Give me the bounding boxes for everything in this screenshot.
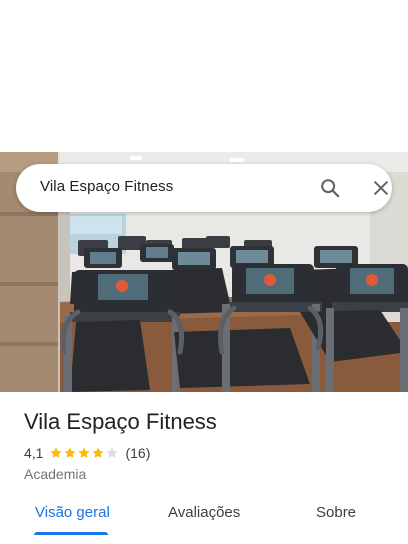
place-category: Academia <box>24 466 87 482</box>
search-input[interactable]: Vila Espaço Fitness <box>40 178 173 195</box>
star-icon <box>106 447 119 458</box>
search-icon[interactable] <box>318 176 342 200</box>
rating-stars <box>49 446 119 460</box>
tab-about[interactable]: Sobre <box>316 504 356 521</box>
active-tab-indicator <box>34 532 108 535</box>
star-icon <box>78 447 91 458</box>
star-icon <box>50 447 63 458</box>
star-icon <box>92 447 105 458</box>
tab-overview[interactable]: Visão geral <box>35 504 110 521</box>
star-icon <box>64 447 77 458</box>
close-icon[interactable] <box>369 176 393 200</box>
map-blank-area <box>0 0 408 152</box>
place-tabs: Visão geral Avaliações Sobre <box>0 496 408 544</box>
rating-value: 4,1 <box>24 445 44 461</box>
rating-row[interactable]: 4,1 (16) <box>24 444 150 462</box>
search-bar[interactable]: Vila Espaço Fitness <box>16 164 392 212</box>
place-title: Vila Espaço Fitness <box>24 409 217 434</box>
tab-reviews[interactable]: Avaliações <box>168 504 240 521</box>
review-count[interactable]: (16) <box>125 445 150 461</box>
